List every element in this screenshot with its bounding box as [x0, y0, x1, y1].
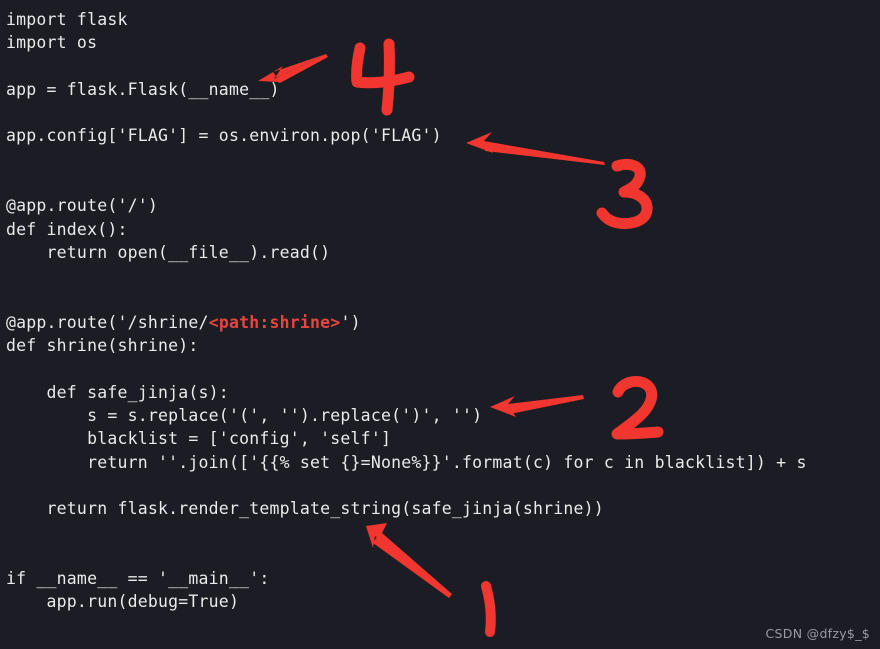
code-line: @app.route('/')	[6, 196, 159, 216]
code-line: import flask	[6, 10, 128, 29]
code-line: app = flask.Flask(__name__)	[6, 79, 280, 99]
code-line: s = s.replace('(', '').replace(')', '')	[6, 406, 483, 426]
code-line: return flask.render_template_string(safe…	[6, 499, 604, 519]
code-line: import os	[6, 33, 98, 53]
code-line: return ''.join(['{{% set {}=None%}}'.for…	[6, 452, 807, 472]
code-line: app.config['FLAG'] = os.environ.pop('FLA…	[6, 126, 442, 146]
code-line: @app.route('/shrine/<path:shrine>')	[6, 312, 361, 332]
code-line: blacklist = ['config', 'self']	[6, 429, 392, 449]
code-line: app.run(debug=True)	[6, 592, 240, 612]
code-line: def shrine(shrine):	[6, 336, 199, 356]
watermark-label: CSDN @dfzy$_$	[765, 626, 870, 641]
source-code-block: import flask import os app = flask.Flask(…	[6, 8, 874, 614]
code-line: def safe_jinja(s):	[6, 382, 229, 402]
code-line: def index():	[6, 219, 128, 239]
route-converter-token: <path:shrine>	[208, 312, 341, 332]
code-screenshot: import flask import os app = flask.Flask(…	[0, 0, 880, 649]
code-line: return open(__file__).read()	[6, 242, 331, 262]
code-line: if __name__ == '__main__':	[6, 569, 270, 589]
